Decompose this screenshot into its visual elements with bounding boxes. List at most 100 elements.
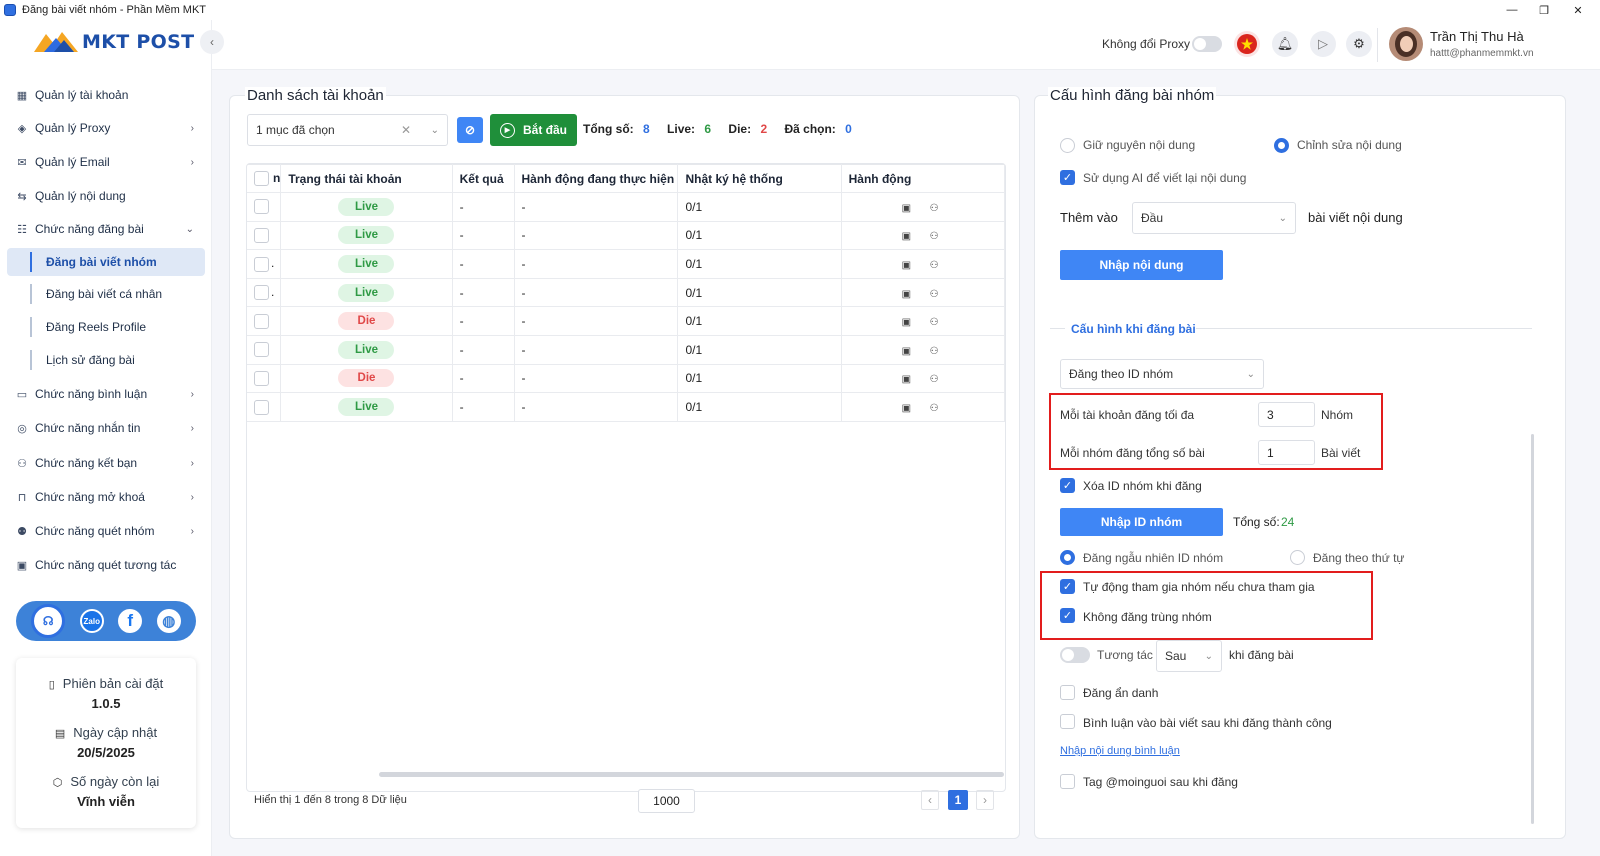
edit-post-icon[interactable]: ▣: [902, 346, 912, 357]
edit-post-icon[interactable]: ▣: [902, 289, 912, 300]
table-row[interactable]: . Live - -0/1 ▣ ⚇: [247, 249, 1006, 279]
sidebar-item-scan-group[interactable]: ⚉ Chức năng quét nhóm ›: [0, 517, 212, 545]
comment-content-link[interactable]: Nhập nội dung bình luận: [1060, 745, 1180, 757]
sidebar-item-unlock[interactable]: ⊓ Chức năng mở khoá ›: [0, 483, 212, 511]
support-icon[interactable]: ☊: [31, 604, 66, 638]
row-checkbox[interactable]: [254, 371, 269, 387]
play-icon[interactable]: ▷: [1310, 31, 1336, 57]
avatar[interactable]: [1389, 27, 1423, 61]
language-flag-icon[interactable]: [1234, 31, 1260, 57]
interact-toggle[interactable]: [1060, 647, 1090, 663]
sidebar-item-posting[interactable]: ☷ Chức năng đăng bài ⌄: [0, 215, 212, 243]
edit-post-icon[interactable]: ▣: [902, 374, 912, 385]
sidebar-item-accounts[interactable]: ▦ Quản lý tài khoản: [0, 81, 212, 109]
page-size-input[interactable]: 1000: [638, 789, 695, 813]
row-checkbox[interactable]: [254, 342, 269, 358]
globe-icon[interactable]: ◍: [156, 609, 181, 633]
row-checkbox[interactable]: [254, 285, 269, 301]
table-header-row: n Trạng thái tài khoản Kết quả Hành động…: [247, 164, 1006, 193]
edit-content-radio[interactable]: [1274, 138, 1289, 153]
anonymous-checkbox[interactable]: [1060, 685, 1075, 700]
sidebar-item-email[interactable]: ✉ Quản lý Email ›: [0, 148, 212, 176]
minimize-button[interactable]: —: [1496, 0, 1528, 20]
row-checkbox[interactable]: [254, 399, 269, 415]
posts-per-group-input[interactable]: 1: [1258, 440, 1315, 465]
column-header-result[interactable]: Kết quả: [452, 164, 515, 193]
group-members-icon[interactable]: ⚇: [930, 374, 940, 385]
sidebar-item-proxy[interactable]: ◈ Quản lý Proxy ›: [0, 114, 212, 142]
table-row[interactable]: . Live - -0/1 ▣ ⚇: [247, 278, 1006, 308]
table-row[interactable]: Live - -0/1 ▣ ⚇: [247, 392, 1006, 422]
group-members-icon[interactable]: ⚇: [930, 289, 940, 300]
group-members-icon[interactable]: ⚇: [930, 260, 940, 271]
row-checkbox[interactable]: [254, 199, 269, 215]
sidebar-subitem-history[interactable]: Lịch sử đăng bài: [46, 348, 135, 372]
keep-content-radio[interactable]: [1060, 138, 1075, 153]
column-header-status[interactable]: Trạng thái tài khoản: [280, 164, 453, 193]
group-members-icon[interactable]: ⚇: [930, 346, 940, 357]
next-page-button[interactable]: ›: [976, 790, 994, 810]
auto-join-checkbox[interactable]: ✓: [1060, 579, 1075, 594]
add-to-dropdown[interactable]: Đầu ⌄: [1132, 202, 1296, 234]
delete-id-checkbox[interactable]: ✓: [1060, 478, 1075, 493]
clear-icon[interactable]: ✕: [401, 123, 411, 137]
import-content-button[interactable]: Nhập nội dung: [1060, 250, 1223, 280]
page-1-button[interactable]: 1: [948, 790, 968, 810]
comment-after-checkbox[interactable]: [1060, 714, 1075, 729]
tag-all-checkbox[interactable]: [1060, 774, 1075, 789]
edit-post-icon[interactable]: ▣: [902, 231, 912, 242]
sequential-order-radio[interactable]: [1290, 550, 1305, 565]
start-button[interactable]: ▶ Bắt đầu: [490, 114, 577, 146]
facebook-icon[interactable]: f: [118, 609, 143, 633]
import-group-id-button[interactable]: Nhập ID nhóm: [1060, 508, 1223, 536]
sidebar-item-scan-interaction[interactable]: ▣ Chức năng quét tương tác: [0, 551, 212, 579]
proxy-toggle[interactable]: [1192, 36, 1222, 52]
horizontal-scrollbar[interactable]: [379, 772, 1004, 777]
use-ai-checkbox[interactable]: ✓: [1060, 170, 1075, 185]
close-button[interactable]: ✕: [1562, 0, 1594, 20]
sidebar-subitem-personal-post[interactable]: Đăng bài viết cá nhân: [46, 282, 162, 306]
current-action-cell: -: [514, 335, 679, 365]
tree-line: [30, 317, 32, 337]
sidebar-item-content[interactable]: ⇆ Quản lý nội dung: [0, 182, 212, 210]
collapse-sidebar-button[interactable]: ‹: [200, 30, 224, 54]
maximize-button[interactable]: ❐: [1528, 0, 1560, 20]
vertical-scrollbar[interactable]: [1531, 434, 1534, 824]
bell-icon[interactable]: 🔔︎: [1272, 31, 1298, 57]
zalo-icon[interactable]: Zalo: [79, 609, 104, 633]
group-members-icon[interactable]: ⚇: [930, 203, 940, 214]
row-checkbox[interactable]: [254, 228, 269, 244]
group-members-icon[interactable]: ⚇: [930, 317, 940, 328]
row-checkbox[interactable]: [254, 313, 269, 329]
table-row[interactable]: Die - -0/1 ▣ ⚇: [247, 306, 1006, 336]
group-members-icon[interactable]: ⚇: [930, 403, 940, 414]
sidebar-subitem-reels[interactable]: Đăng Reels Profile: [46, 315, 146, 339]
accounts-title: Danh sách tài khoản: [245, 87, 386, 104]
table-row[interactable]: Live - -0/1 ▣ ⚇: [247, 335, 1006, 365]
edit-post-icon[interactable]: ▣: [902, 317, 912, 328]
edit-post-icon[interactable]: ▣: [902, 403, 912, 414]
table-row[interactable]: Die - -0/1 ▣ ⚇: [247, 364, 1006, 394]
selection-dropdown[interactable]: 1 mục đã chọn ✕ ⌄: [247, 114, 448, 146]
max-per-account-input[interactable]: 3: [1258, 402, 1315, 427]
group-members-icon[interactable]: ⚇: [930, 231, 940, 242]
post-mode-dropdown[interactable]: Đăng theo ID nhóm ⌄: [1060, 359, 1264, 389]
edit-post-icon[interactable]: ▣: [902, 260, 912, 271]
random-order-radio[interactable]: [1060, 550, 1075, 565]
sidebar-item-message[interactable]: ◎ Chức năng nhắn tin ›: [0, 414, 212, 442]
interact-dropdown[interactable]: Sau ⌄: [1156, 640, 1222, 672]
sidebar-item-comment[interactable]: ▭ Chức năng bình luận ›: [0, 380, 212, 408]
select-all-checkbox[interactable]: [254, 171, 269, 187]
column-header-log[interactable]: Nhật ký hệ thống: [677, 164, 842, 193]
sidebar-item-friend[interactable]: ⚇ Chức năng kết bạn ›: [0, 449, 212, 477]
edit-post-icon[interactable]: ▣: [902, 203, 912, 214]
clear-filter-button[interactable]: ⊘: [457, 117, 483, 143]
sidebar-subitem-group-post[interactable]: Đăng bài viết nhóm: [46, 250, 157, 274]
table-row[interactable]: Live - -0/1 ▣ ⚇: [247, 221, 1006, 251]
row-checkbox[interactable]: [254, 256, 269, 272]
prev-page-button[interactable]: ‹: [921, 790, 939, 810]
column-header-current-action[interactable]: Hành động đang thực hiện: [514, 164, 679, 193]
gear-icon[interactable]: ⚙: [1346, 31, 1372, 57]
no-duplicate-checkbox[interactable]: ✓: [1060, 608, 1075, 623]
table-row[interactable]: Live - -0/1 ▣ ⚇: [247, 192, 1006, 222]
